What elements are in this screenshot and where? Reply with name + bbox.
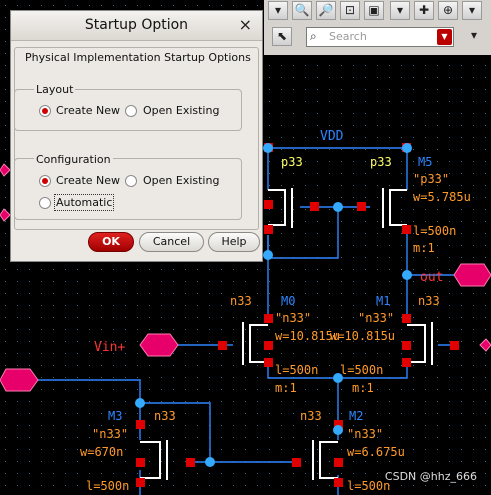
layout-create-new-radio[interactable] xyxy=(39,105,51,117)
left-pmos-model: p33 xyxy=(281,155,303,169)
search-options-icon[interactable]: ▾ xyxy=(464,27,484,46)
configuration-group-label: Configuration xyxy=(34,153,113,166)
m5-model-short: p33 xyxy=(370,155,392,169)
m1-name: M1 xyxy=(376,294,390,308)
panel-label: Physical Implementation Startup Options xyxy=(25,51,251,64)
m1-width: w=10.815u xyxy=(330,329,395,343)
m0-model-short: n33 xyxy=(230,294,252,308)
select-cursor-icon[interactable]: ⬉ xyxy=(272,27,292,46)
m3-model: "n33" xyxy=(92,427,128,441)
config-create-new-label[interactable]: Create New xyxy=(56,174,120,187)
close-icon[interactable]: × xyxy=(239,15,252,34)
layout-create-new-label[interactable]: Create New xyxy=(56,104,120,117)
m2-name: M2 xyxy=(349,409,363,423)
dialog-title: Startup Option xyxy=(84,17,189,33)
zoom-out-icon[interactable]: 🔎 xyxy=(316,1,336,20)
configuration-group xyxy=(14,158,242,220)
toolbar-dropdown-2-icon[interactable]: ▾ xyxy=(390,1,410,20)
net-label-vin: Vin+ xyxy=(94,340,125,355)
zoom-select-icon[interactable]: ▣ xyxy=(364,1,384,20)
watermark: CSDN @hhz_666 xyxy=(384,470,477,483)
m1-length: l=500n xyxy=(340,363,383,377)
search-icon: ⌕ xyxy=(310,29,317,43)
m2-model: "n33" xyxy=(347,427,383,441)
config-create-new-radio[interactable] xyxy=(39,175,51,187)
config-automatic-label[interactable]: Automatic xyxy=(53,194,115,211)
m3-length: l=500n xyxy=(86,479,129,493)
net-label-out: out xyxy=(420,270,443,285)
search-placeholder: Search xyxy=(329,30,367,43)
m5-width: w=5.785u xyxy=(413,190,471,204)
m3-width: w=670n xyxy=(80,445,123,459)
m1-multiplier: m:1 xyxy=(352,381,374,395)
m5-multiplier: m:1 xyxy=(413,241,435,255)
m3-model-short: n33 xyxy=(154,409,176,423)
net-label-vdd: VDD xyxy=(320,129,344,144)
layout-group-label: Layout xyxy=(34,83,76,96)
m5-name: M5 xyxy=(418,155,432,169)
layout-open-existing-label[interactable]: Open Existing xyxy=(143,104,219,117)
ok-button[interactable]: OK xyxy=(88,232,134,252)
search-dropdown-icon[interactable]: ▼ xyxy=(437,29,452,45)
m5-model: "p33" xyxy=(413,172,449,186)
layout-open-existing-radio[interactable] xyxy=(125,105,137,117)
m0-length: l=500n xyxy=(275,363,318,377)
add-pin-icon[interactable]: ⊕ xyxy=(438,1,458,20)
zoom-fit-icon[interactable]: ⊡ xyxy=(340,1,360,20)
m0-name: M0 xyxy=(281,294,295,308)
config-open-existing-label[interactable]: Open Existing xyxy=(143,174,219,187)
toolbar-top: ▾ 🔍 🔎 ⊡ ▣ ▾ ✚ ⊕ ▾ xyxy=(264,0,491,23)
config-automatic-radio[interactable] xyxy=(39,197,51,209)
toolbar-dropdown-3-icon[interactable]: ▾ xyxy=(462,1,482,20)
cancel-button[interactable]: Cancel xyxy=(139,232,204,252)
m5-length: l=500n xyxy=(413,224,456,238)
toolbar-dropdown-icon[interactable]: ▾ xyxy=(268,1,288,20)
zoom-in-icon[interactable]: 🔍 xyxy=(292,1,312,20)
m1-model-short: n33 xyxy=(418,294,440,308)
m2-length: l=500n xyxy=(347,479,390,493)
search-box[interactable]: ⌕ Search ▼ xyxy=(306,27,454,47)
m3-name: M3 xyxy=(108,409,122,423)
m0-multiplier: m:1 xyxy=(275,381,297,395)
m0-model: "n33" xyxy=(275,311,311,325)
m2-model-short: n33 xyxy=(300,409,322,423)
dialog-titlebar[interactable]: Startup Option × xyxy=(11,11,262,41)
m1-model: "n33" xyxy=(358,311,394,325)
m2-width: w=6.675u xyxy=(347,445,405,459)
help-button[interactable]: Help xyxy=(208,232,260,252)
add-instance-icon[interactable]: ✚ xyxy=(414,1,434,20)
config-open-existing-radio[interactable] xyxy=(125,175,137,187)
